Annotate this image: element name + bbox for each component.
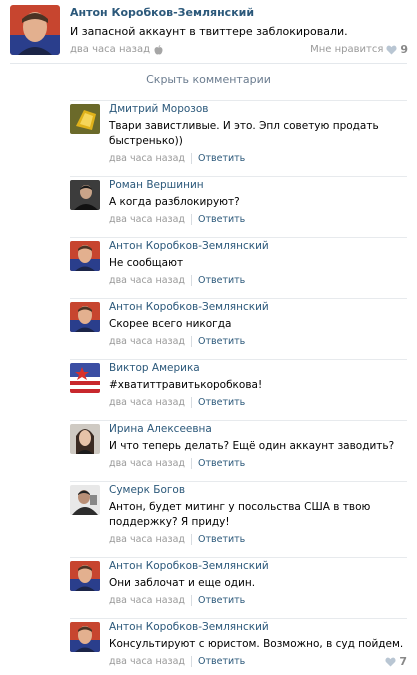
reply-button[interactable]: Ответить — [198, 214, 245, 225]
comment-text: Не сообщают — [109, 257, 184, 269]
comment-divider — [70, 618, 407, 619]
comment-author[interactable]: Виктор Америка — [109, 362, 200, 374]
divider — [10, 63, 407, 64]
comment-meta: два часа назад Ответить — [109, 397, 245, 408]
like-count: 7 — [399, 655, 407, 668]
comment-meta: два часа назад Ответить — [109, 336, 245, 347]
comment-divider — [70, 359, 407, 360]
meta-divider — [190, 534, 192, 545]
commenter-avatar[interactable] — [70, 180, 100, 210]
meta-divider — [190, 153, 192, 164]
comment-time[interactable]: два часа назад — [109, 656, 185, 667]
comment-time[interactable]: два часа назад — [109, 153, 185, 164]
like-label: Мне нравится — [310, 44, 384, 55]
comment-author[interactable]: Ирина Алексеевна — [109, 423, 212, 435]
commenter-avatar[interactable] — [70, 302, 100, 332]
commenter-avatar[interactable] — [70, 485, 100, 515]
comment-author[interactable]: Антон Коробков-Землянский — [109, 301, 269, 313]
hide-comments-link[interactable]: Скрыть комментарии — [0, 73, 417, 86]
comment-time[interactable]: два часа назад — [109, 214, 185, 225]
comment-text: Консультируют с юристом. Возможно, в суд… — [109, 638, 404, 650]
comment-time[interactable]: два часа назад — [109, 336, 185, 347]
comment-divider — [70, 298, 407, 299]
meta-divider — [190, 656, 192, 667]
comment-meta: два часа назад Ответить — [109, 534, 245, 545]
wall-post: Антон Коробков-Землянский И запасной акк… — [10, 5, 410, 57]
comment-divider — [70, 481, 407, 482]
comment-time[interactable]: два часа назад — [109, 275, 185, 286]
meta-divider — [190, 458, 192, 469]
comment-divider — [70, 100, 407, 101]
comment-meta: два часа назад Ответить — [109, 153, 245, 164]
comment-like-button[interactable]: 7 — [385, 655, 407, 668]
reply-button[interactable]: Ответить — [198, 336, 245, 347]
meta-divider — [190, 336, 192, 347]
like-count: 9 — [400, 43, 408, 56]
comment-author[interactable]: Дмитрий Морозов — [109, 103, 208, 115]
meta-divider — [190, 275, 192, 286]
apple-icon — [154, 44, 163, 55]
comment-divider — [70, 420, 407, 421]
comment-text: Антон, будет митинг у посольства США в т… — [109, 501, 371, 528]
comment-author[interactable]: Антон Коробков-Землянский — [109, 240, 269, 252]
comment-divider — [70, 237, 407, 238]
commenter-avatar[interactable] — [70, 561, 100, 591]
comment-text: Скорее всего никогда — [109, 318, 232, 330]
meta-divider — [190, 397, 192, 408]
comment-text: А когда разблокируют? — [109, 196, 240, 208]
post-like-button[interactable]: Мне нравится 9 — [310, 43, 408, 56]
meta-divider — [190, 214, 192, 225]
commenter-avatar[interactable] — [70, 424, 100, 454]
comment-author[interactable]: Сумерк Богов — [109, 484, 185, 496]
heart-icon — [385, 657, 396, 667]
comment-meta: два часа назад Ответить — [109, 275, 245, 286]
comment-time[interactable]: два часа назад — [109, 595, 185, 606]
comment-time[interactable]: два часа назад — [109, 397, 185, 408]
comment-divider — [70, 176, 407, 177]
commenter-avatar[interactable] — [70, 241, 100, 271]
reply-button[interactable]: Ответить — [198, 153, 245, 164]
author-avatar[interactable] — [10, 5, 60, 55]
comment-author[interactable]: Антон Коробков-Землянский — [109, 621, 269, 633]
reply-button[interactable]: Ответить — [198, 656, 245, 667]
commenter-avatar[interactable] — [70, 104, 100, 134]
reply-button[interactable]: Ответить — [198, 595, 245, 606]
reply-button[interactable]: Ответить — [198, 534, 245, 545]
comment-time[interactable]: два часа назад — [109, 534, 185, 545]
post-author-name[interactable]: Антон Коробков-Землянский — [70, 6, 254, 19]
commenter-avatar[interactable] — [70, 363, 100, 393]
heart-icon — [386, 45, 397, 55]
commenter-avatar[interactable] — [70, 622, 100, 652]
comment-time[interactable]: два часа назад — [109, 458, 185, 469]
comment-meta: два часа назад Ответить — [109, 458, 245, 469]
post-time[interactable]: два часа назад — [70, 44, 150, 55]
meta-divider — [190, 595, 192, 606]
post-text: И запасной аккаунт в твиттере заблокиров… — [70, 25, 348, 38]
comment-meta: два часа назад Ответить — [109, 656, 245, 667]
comment-author[interactable]: Роман Вершинин — [109, 179, 204, 191]
comment-text: И что теперь делать? Ещё один аккаунт за… — [109, 440, 395, 452]
comment-meta: два часа назад Ответить — [109, 595, 245, 606]
post-meta: два часа назад — [70, 44, 163, 55]
comment-meta: два часа назад Ответить — [109, 214, 245, 225]
comment-text: Твари завистливые. И это. Эпл советую пр… — [109, 120, 379, 147]
reply-button[interactable]: Ответить — [198, 397, 245, 408]
comment-text: #хватиттравитькоробкова! — [109, 379, 263, 391]
comment-divider — [70, 557, 407, 558]
comment-author[interactable]: Антон Коробков-Землянский — [109, 560, 269, 572]
comment-text: Они заблочат и еще один. — [109, 577, 256, 589]
reply-button[interactable]: Ответить — [198, 458, 245, 469]
reply-button[interactable]: Ответить — [198, 275, 245, 286]
